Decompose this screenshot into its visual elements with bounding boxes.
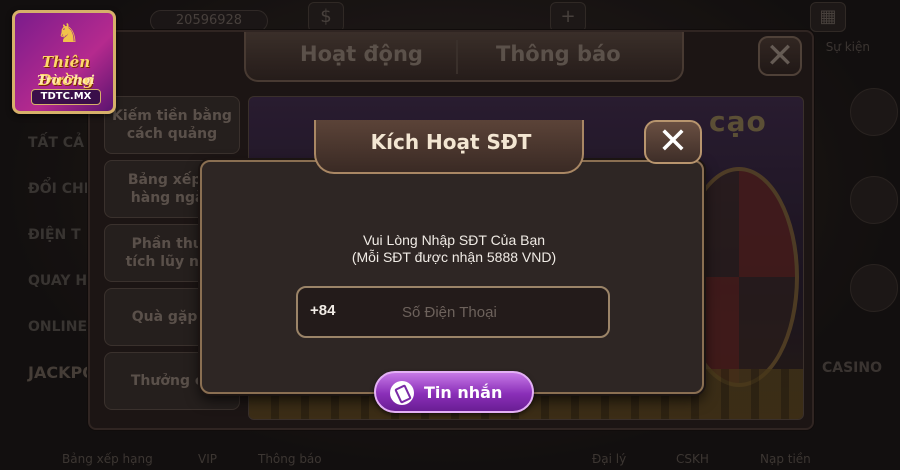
instruction-line2: (Mỗi SĐT được nhận 5888 VND): [351, 249, 557, 265]
instruction-line1: Vui Lòng Nhập SĐT Của Bạn: [362, 232, 546, 248]
sms-button[interactable]: Tin nhắn: [374, 371, 534, 413]
phone-input[interactable]: [358, 294, 598, 330]
phone-icon: [390, 381, 414, 405]
logo-line2: Trò Chơi: [37, 73, 95, 87]
phone-field[interactable]: +84: [296, 286, 610, 338]
dialog-title: Kích Hoạt SĐT: [370, 130, 532, 154]
dialog-title-bar: Kích Hoạt SĐT: [314, 120, 584, 174]
brand-logo: ♞ Thiên Đường Trò Chơi TDTC.MX: [12, 10, 116, 114]
dialog-instructions: Vui Lòng Nhập SĐT Của Bạn (Mỗi SĐT được …: [202, 232, 706, 266]
close-icon[interactable]: ✕: [644, 120, 702, 164]
logo-badge: TDTC.MX: [31, 89, 101, 105]
country-code: +84: [310, 302, 336, 319]
sms-button-label: Tin nhắn: [424, 383, 503, 402]
horse-icon: ♞: [56, 19, 80, 49]
activate-phone-dialog: Vui Lòng Nhập SĐT Của Bạn (Mỗi SĐT được …: [200, 120, 706, 413]
dialog-body: Vui Lòng Nhập SĐT Của Bạn (Mỗi SĐT được …: [200, 160, 706, 413]
